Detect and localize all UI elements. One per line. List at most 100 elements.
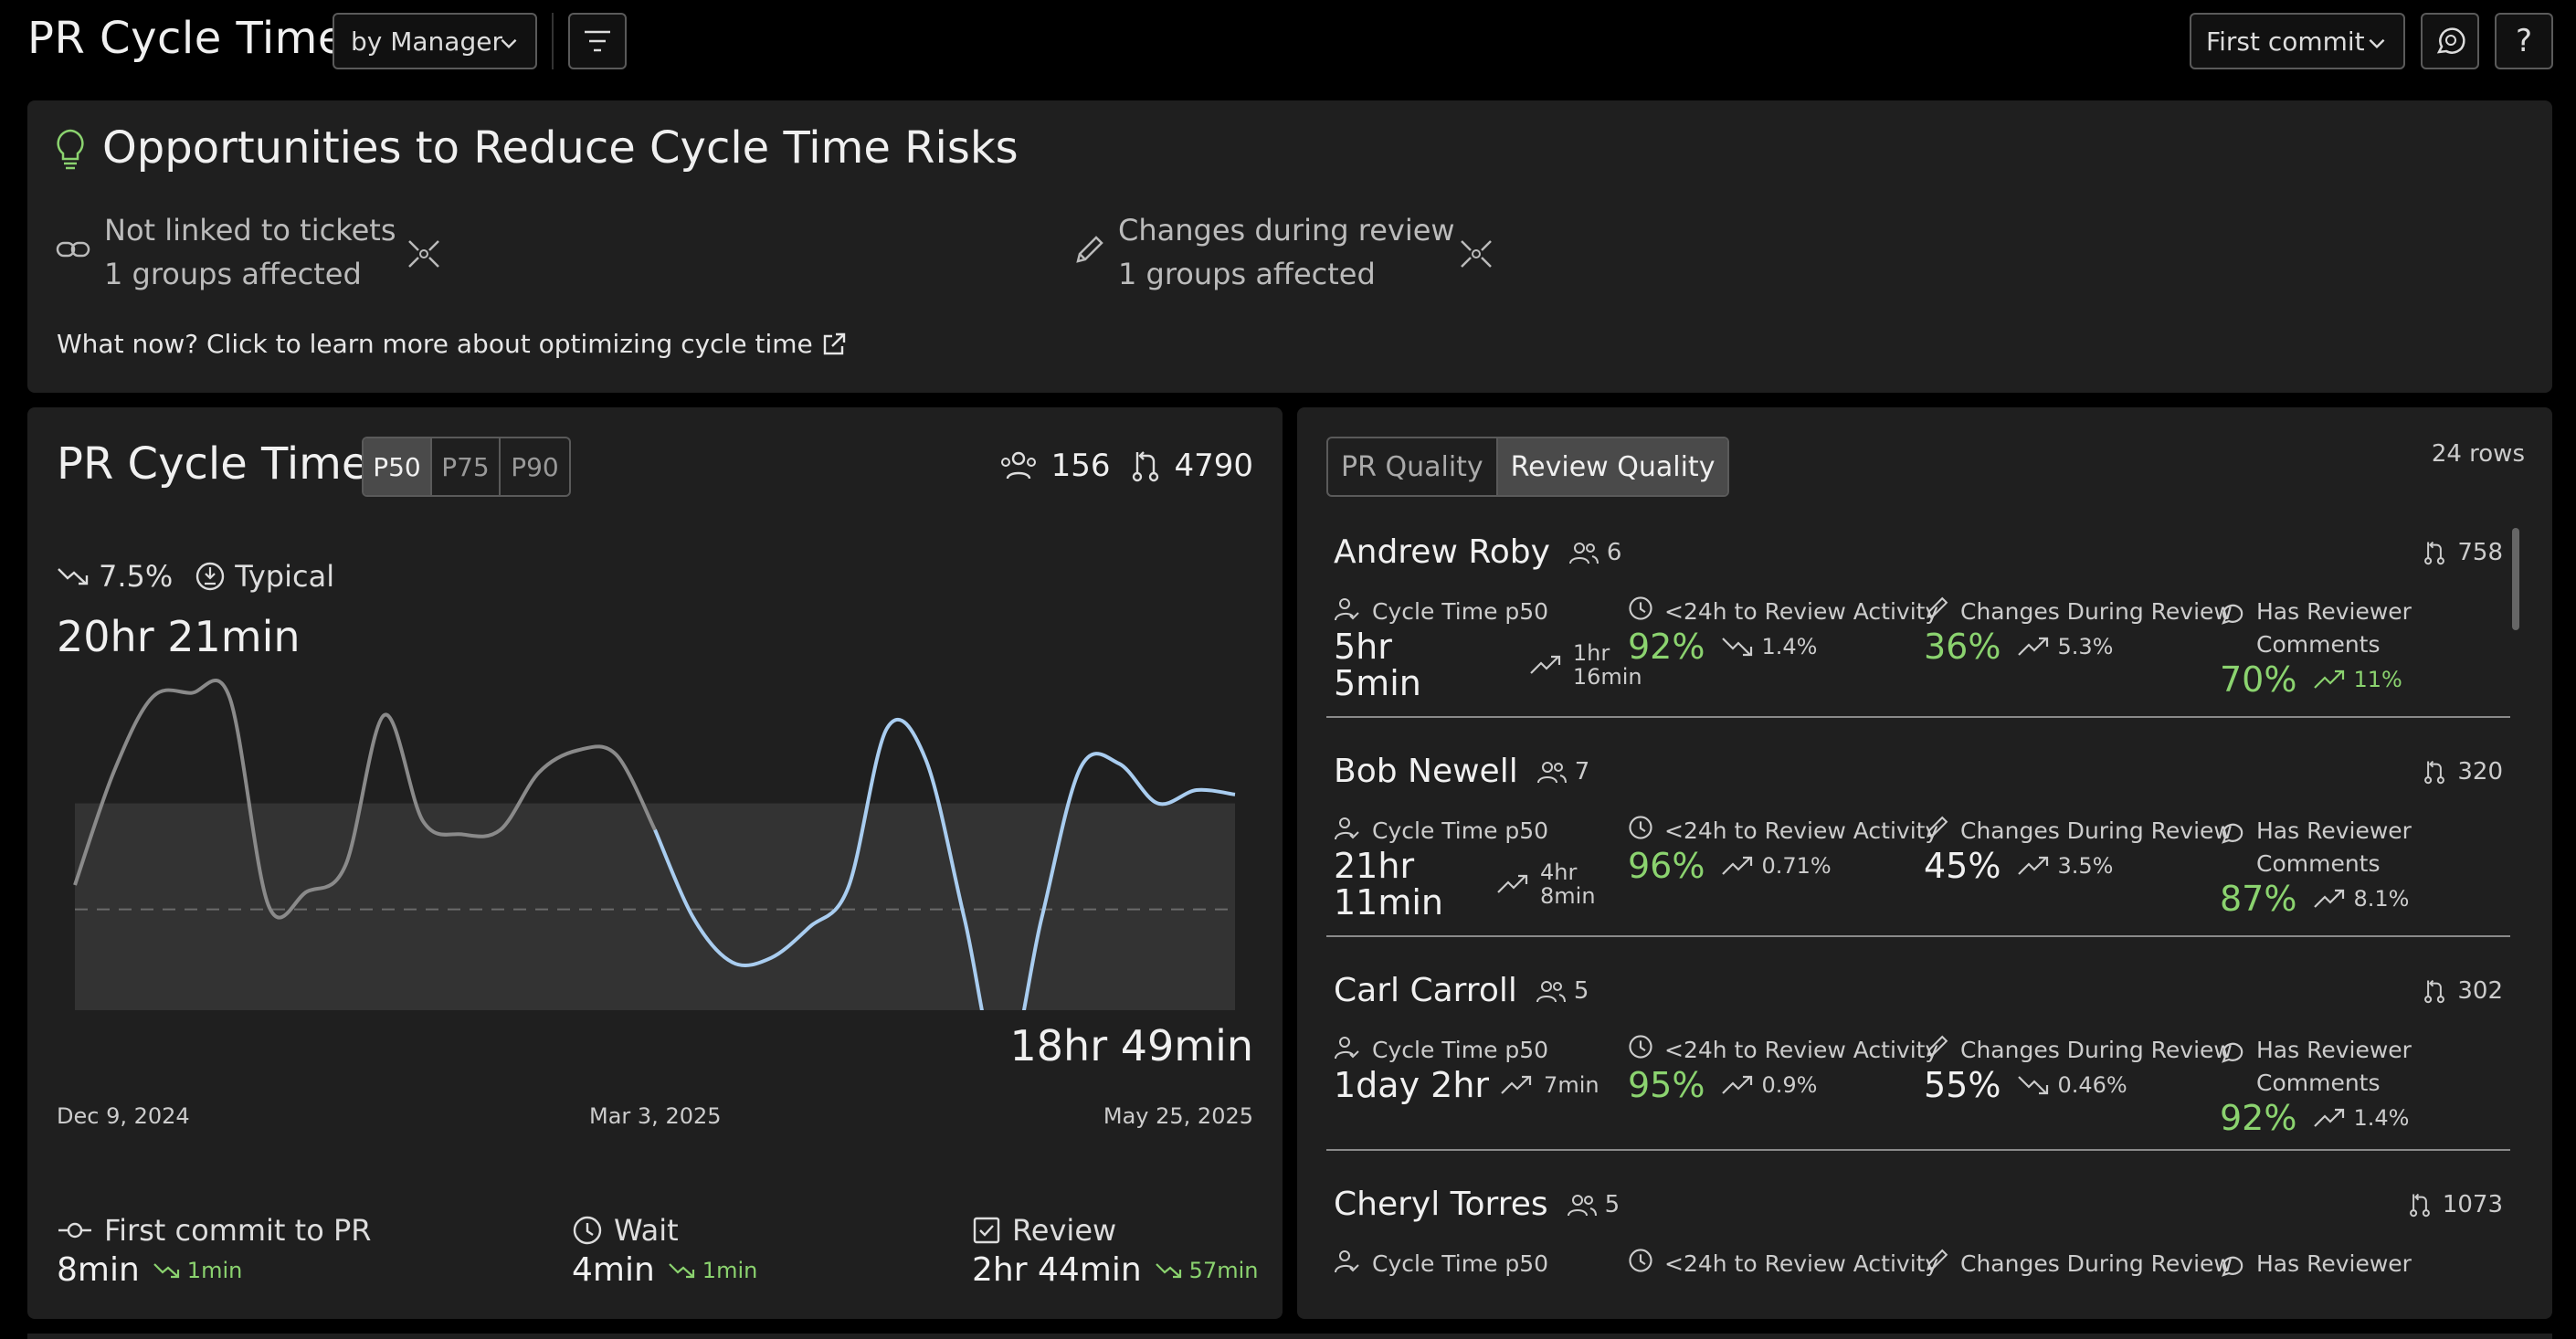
metric-label: Cycle Time p50 [1372, 1250, 1549, 1277]
metric-delta: 8.1% [2353, 886, 2410, 912]
people-icon [1536, 978, 1567, 1004]
metric-delta: 3.5% [2057, 853, 2114, 879]
manager-row[interactable]: Andrew Roby 6 758 Cycle Time p50 5hr 5min… [1326, 530, 2510, 718]
learn-more-link[interactable]: What now? Click to learn more about opti… [57, 329, 848, 359]
commit-start-select[interactable]: First commit [2190, 13, 2405, 69]
cycle-time-chart [73, 679, 1236, 1010]
metric-value: 92% [1628, 627, 1705, 667]
trend-down-icon [2017, 1073, 2050, 1097]
ai-assistant-button[interactable] [2421, 13, 2479, 69]
manager-row[interactable]: Cheryl Torres 5 1073 Cycle Time p50 <24h… [1326, 1182, 2510, 1319]
member-count: 6 [1606, 538, 1622, 566]
trend-up-icon [1529, 653, 1562, 677]
metric-label: Changes During Review [1960, 598, 2233, 625]
pr-count: 320 [2457, 758, 2503, 785]
phase-review[interactable]: Review 2hr 44min 57min [972, 1213, 1258, 1289]
collapse-icon[interactable] [1458, 237, 1494, 270]
metric-label: Has Reviewer [2256, 1037, 2412, 1063]
manager-name: Cheryl Torres [1334, 1186, 1548, 1223]
scrollbar[interactable] [2512, 528, 2519, 630]
phase-first-commit[interactable]: First commit to PR 8min 1min [57, 1213, 371, 1289]
pr-count: 302 [2457, 977, 2503, 1005]
metric-value: 1day 2hr [1334, 1065, 1490, 1105]
next-panel-edge [27, 1334, 2552, 1339]
metric-label: Cycle Time p50 [1372, 1037, 1549, 1063]
metric-reviewer-comments: Has Reviewer Comments 92% 1.4% [2220, 1034, 2412, 1136]
phase-wait[interactable]: Wait 4min 1min [572, 1213, 757, 1289]
metric-delta: 0.46% [2057, 1072, 2127, 1098]
phase-delta: 1min [702, 1258, 758, 1283]
manager-row[interactable]: Bob Newell 7 320 Cycle Time p50 21hr 11mi… [1326, 749, 2510, 937]
metric-review-activity: <24h to Review Activity 96% 0.71% [1628, 815, 1938, 884]
trend-up-icon [2313, 668, 2346, 691]
x-tick-label: Mar 3, 2025 [589, 1103, 722, 1129]
filter-button[interactable] [568, 13, 627, 69]
people-icon [1536, 759, 1568, 785]
trend-percent: 7.5% [99, 559, 174, 594]
metric-delta: 0.71% [1761, 853, 1832, 879]
trend-up-icon [2313, 1106, 2346, 1130]
people-icon [1568, 540, 1599, 565]
help-button[interactable]: ? [2495, 13, 2553, 69]
tab-pr-quality[interactable]: PR Quality [1328, 438, 1496, 495]
user-check-icon [1334, 1248, 1361, 1275]
cycle-time-title: PR Cycle Time [57, 438, 369, 490]
people-icon [998, 449, 1039, 482]
metric-label: Comments [2256, 631, 2381, 658]
pr-count: 1073 [2442, 1191, 2503, 1218]
pull-request-icon [2408, 1191, 2432, 1218]
manager-row[interactable]: Carl Carroll 5 302 Cycle Time p50 1day 2… [1326, 968, 2510, 1151]
phase-label: First commit to PR [104, 1213, 372, 1248]
collapse-icon[interactable] [406, 237, 442, 270]
opportunity-changes-during-review[interactable]: Changes during review 1 groups affected [1118, 208, 1455, 296]
percentile-p50[interactable]: P50 [364, 438, 432, 495]
pull-request-icon [1130, 448, 1161, 483]
group-by-value: by Manager [351, 26, 502, 57]
metric-label: <24h to Review Activity [1664, 598, 1939, 625]
trend-up-icon [1500, 1073, 1533, 1097]
pull-request-icon [2423, 758, 2446, 785]
metric-cycle-time: Cycle Time p50 5hr 5min 1hr 16min [1334, 596, 1642, 701]
pencil-icon [1924, 1248, 1949, 1273]
metric-label: Cycle Time p50 [1372, 817, 1549, 844]
metric-value: 92% [2220, 1098, 2297, 1138]
end-value: 18hr 49min [1009, 1021, 1254, 1070]
opportunity-not-linked[interactable]: Not linked to tickets 1 groups affected [104, 208, 396, 296]
quality-panel: PR Quality Review Quality 24 rows Andrew… [1297, 407, 2552, 1319]
metric-cycle-time: Cycle Time p50 21hr 11min 4hr 8min [1334, 815, 1596, 921]
clock-icon [1628, 1248, 1653, 1273]
percentile-p75[interactable]: P75 [432, 438, 501, 495]
filter-icon [582, 27, 613, 55]
phase-label: Review [1012, 1213, 1117, 1248]
metric-reviewer-comments: Has Reviewer Comments 87% 8.1% [2220, 815, 2412, 917]
trend-up-icon [1721, 1073, 1754, 1097]
member-count: 5 [1604, 1190, 1621, 1218]
percentile-toggle: P50 P75 P90 [362, 437, 571, 497]
metric-delta: 4hr [1540, 859, 1578, 885]
metric-delta: 7min [1544, 1072, 1599, 1098]
tab-review-quality[interactable]: Review Quality [1495, 438, 1728, 495]
percentile-p90[interactable]: P90 [501, 438, 569, 495]
metric-cycle-time: Cycle Time p50 [1334, 1248, 1548, 1281]
metric-value: 45% [1924, 846, 2001, 886]
group-by-select[interactable]: by Manager [333, 13, 537, 69]
metric-value: 55% [1924, 1065, 2001, 1105]
metric-reviewer-comments: Has Reviewer Comments 70% 11% [2220, 596, 2412, 698]
trend-row: 7.5% Typical [57, 559, 334, 594]
metric-value: 95% [1628, 1065, 1705, 1105]
people-icon [1567, 1192, 1598, 1218]
metric-label: Has Reviewer [2256, 817, 2412, 844]
trend-down-icon [1155, 1260, 1184, 1281]
chevron-down-icon [2365, 31, 2389, 55]
metric-delta: 8min [1540, 883, 1596, 909]
metric-label: Has Reviewer [2256, 1250, 2412, 1277]
learn-more-text: What now? Click to learn more about opti… [57, 329, 813, 359]
clock-icon [1628, 1034, 1653, 1060]
opportunity-label: Changes during review [1118, 213, 1455, 248]
x-tick-label: May 25, 2025 [1103, 1103, 1253, 1129]
metric-review-activity: <24h to Review Activity 92% 1.4% [1628, 596, 1938, 665]
metric-label: Has Reviewer [2256, 598, 2412, 625]
user-check-icon [1334, 815, 1361, 842]
clock-icon [572, 1215, 603, 1246]
pull-request-icon [2423, 539, 2446, 566]
